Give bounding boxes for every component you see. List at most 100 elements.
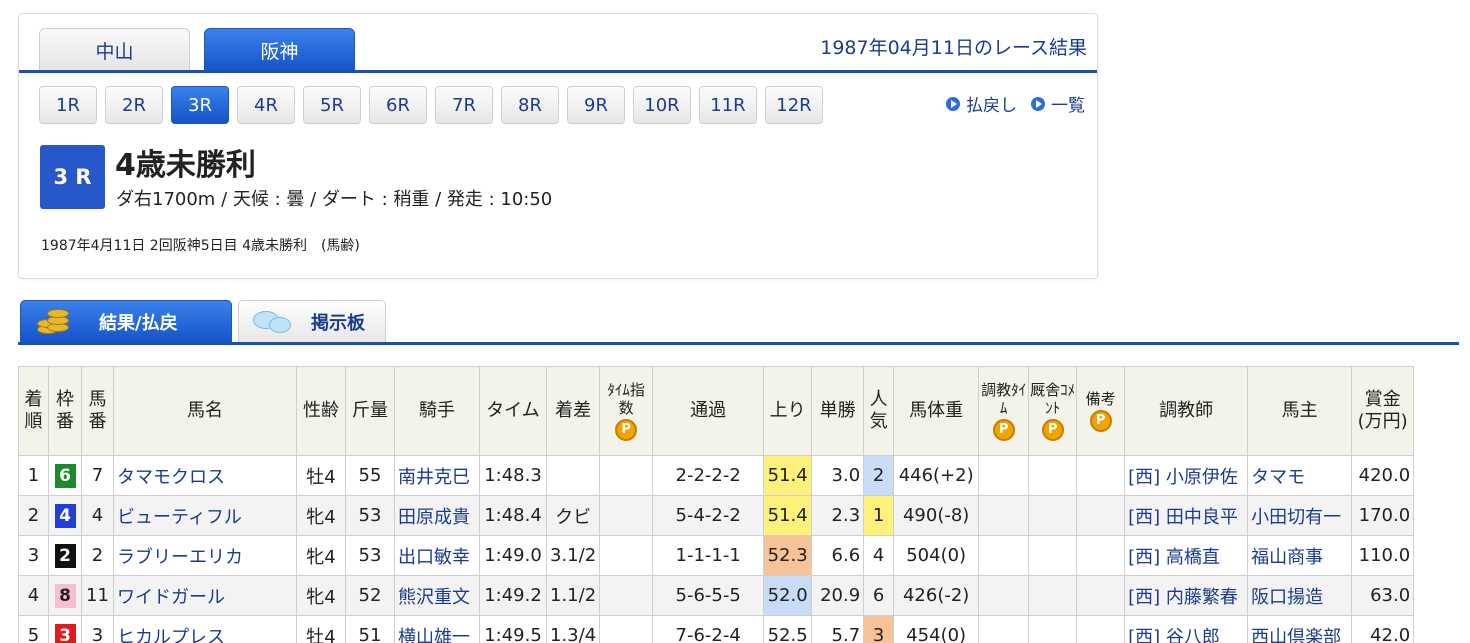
trainer-link[interactable]: [西] 内藤繁春 (1124, 575, 1249, 616)
waku-badge: 4 (48, 495, 82, 536)
tab-results[interactable]: 結果/払戻 (20, 300, 232, 342)
time-index (599, 495, 654, 536)
owner-link[interactable]: 阪口揚造 (1247, 575, 1353, 616)
race-tab-1[interactable]: 1R (39, 86, 97, 124)
waku-badge: 8 (48, 575, 82, 616)
col-train-time: 調教ﾀｲﾑ P (978, 366, 1030, 456)
body-weight: 490(-8) (893, 495, 980, 536)
waku-number: 6 (54, 463, 76, 488)
prize: 170.0 (1351, 495, 1415, 536)
owner-link[interactable]: 小田切有一 (1247, 495, 1353, 536)
margin (545, 455, 601, 496)
premium-p-icon: P (1089, 410, 1112, 432)
last-3f: 52.5 (763, 615, 813, 643)
last-3f: 51.4 (763, 455, 813, 496)
col-stable-comment: 厩舎ｺﾒﾝﾄ P (1028, 366, 1078, 456)
win-odds: 20.9 (811, 575, 865, 616)
owner-link[interactable]: 西山倶楽部 (1247, 615, 1353, 643)
training-time (978, 455, 1030, 496)
owner-link[interactable]: タマモ (1247, 455, 1353, 496)
trainer-link[interactable]: [西] 小原伊佐 (1124, 455, 1249, 496)
col-margin: 着差 (545, 366, 601, 456)
race-tab-12[interactable]: 12R (765, 86, 823, 124)
finish-position: 1 (18, 455, 49, 496)
training-time (978, 615, 1030, 643)
jockey-link[interactable]: 田原成貴 (394, 495, 480, 536)
finish-position: 2 (18, 495, 49, 536)
jockey-link[interactable]: 横山雄一 (394, 615, 480, 643)
horse-name-link[interactable]: ラブリーエリカ (113, 535, 297, 576)
col-sexage: 性齢 (296, 366, 346, 456)
tab-board-label: 掲示板 (311, 312, 365, 334)
tab-board[interactable]: 掲示板 (238, 300, 386, 342)
horse-number: 2 (81, 535, 114, 576)
horse-number: 11 (81, 575, 114, 616)
last-3f: 52.0 (763, 575, 813, 616)
race-tab-7[interactable]: 7R (435, 86, 493, 124)
finish-time: 1:49.2 (479, 575, 547, 616)
waku-badge: 3 (48, 615, 82, 643)
margin: クビ (545, 495, 601, 536)
coins-icon (35, 307, 71, 337)
race-tab-5[interactable]: 5R (303, 86, 361, 124)
venue-tab-hanshin[interactable]: 阪神 (204, 28, 355, 71)
horse-name-link[interactable]: ビューティフル (113, 495, 297, 536)
list-link-label: 一覧 (1051, 96, 1085, 116)
race-tab-6[interactable]: 6R (369, 86, 427, 124)
content-tabs: 結果/払戻 掲示板 (20, 300, 386, 342)
passing-order: 5-6-5-5 (652, 575, 765, 616)
sex-age: 牝4 (296, 495, 346, 536)
race-tab-9[interactable]: 9R (567, 86, 625, 124)
premium-p-icon: P (992, 419, 1015, 441)
col-jockey: 騎手 (394, 366, 480, 456)
owner-link[interactable]: 福山商事 (1247, 535, 1353, 576)
body-weight: 454(0) (893, 615, 980, 643)
win-odds: 3.0 (811, 455, 865, 496)
trainer-link[interactable]: [西] 田中良平 (1124, 495, 1249, 536)
list-link[interactable]: 一覧 (1031, 91, 1085, 116)
waku-badge: 6 (48, 455, 82, 496)
result-row: 1 6 7 タマモクロス 牡4 55 南井克巳 1:48.3 2-2-2-2 51.4 3.0 2 44… (18, 455, 1415, 496)
premium-p-icon: P (615, 419, 638, 441)
col-time: タイム (479, 366, 547, 456)
trainer-link[interactable]: [西] 谷八郎 (1124, 615, 1249, 643)
race-tab-3[interactable]: 3R (171, 86, 229, 124)
result-row: 5 3 3 ヒカルプレス 牡4 51 横山雄一 1:49.5 1.3/4 7-6-2-4 52.5 5… (18, 615, 1415, 643)
margin: 1.1/2 (545, 575, 601, 616)
race-tab-4[interactable]: 4R (237, 86, 295, 124)
notes (1076, 495, 1126, 536)
race-tab-11[interactable]: 11R (699, 86, 757, 124)
waku-badge: 2 (48, 535, 82, 576)
horse-number: 3 (81, 615, 114, 643)
jockey-link[interactable]: 熊沢重文 (394, 575, 480, 616)
passing-order: 7-6-2-4 (652, 615, 765, 643)
horse-name-link[interactable]: ヒカルプレス (113, 615, 297, 643)
margin: 1.3/4 (545, 615, 601, 643)
jockey-link[interactable]: 出口敏幸 (394, 535, 480, 576)
race-conditions: ダ右1700m / 天候 : 曇 / ダート : 稍重 / 発走 : 10:50 (116, 189, 553, 210)
jockey-link[interactable]: 南井克巳 (394, 455, 480, 496)
last-3f: 51.4 (763, 495, 813, 536)
finish-time: 1:49.0 (479, 535, 547, 576)
horse-name-link[interactable]: ワイドガール (113, 575, 297, 616)
time-index (599, 615, 654, 643)
col-time-index: ﾀｲﾑ指数 P (599, 366, 654, 456)
popularity: 1 (863, 495, 895, 536)
col-body: 馬体重 (893, 366, 980, 456)
horse-name-link[interactable]: タマモクロス (113, 455, 297, 496)
venue-divider (19, 70, 1097, 73)
finish-time: 1:49.5 (479, 615, 547, 643)
premium-p-icon: P (1041, 419, 1064, 441)
col-owner: 馬主 (1247, 366, 1353, 456)
trainer-link[interactable]: [西] 高橋直 (1124, 535, 1249, 576)
race-tab-2[interactable]: 2R (105, 86, 163, 124)
payout-link[interactable]: 払戻し (946, 91, 1017, 116)
stable-comment (1028, 535, 1078, 576)
stable-comment (1028, 455, 1078, 496)
carried-weight: 55 (345, 455, 395, 496)
race-name: 4歳未勝利 (115, 148, 256, 183)
race-tab-10[interactable]: 10R (633, 86, 691, 124)
waku-number: 3 (54, 623, 76, 643)
venue-tab-nakayama[interactable]: 中山 (39, 28, 190, 71)
race-tab-8[interactable]: 8R (501, 86, 559, 124)
